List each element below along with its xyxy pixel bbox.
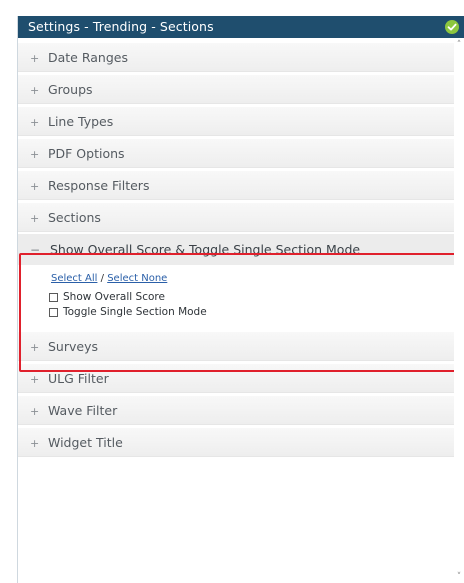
section-label: Surveys xyxy=(47,339,98,354)
expand-plus-icon: + xyxy=(30,148,40,161)
expand-plus-icon: + xyxy=(30,437,40,450)
expand-plus-icon: + xyxy=(30,405,40,418)
expand-plus-icon: + xyxy=(30,116,40,129)
scroll-up-arrow-icon[interactable]: ˄ xyxy=(455,41,463,50)
expand-plus-icon: + xyxy=(30,180,40,193)
section-pdf-options[interactable]: + PDF Options xyxy=(18,139,454,168)
section-label: Sections xyxy=(47,210,101,225)
section-sections[interactable]: + Sections xyxy=(18,203,454,232)
expand-plus-icon: + xyxy=(30,52,40,65)
panel-title: Settings - Trending - Sections xyxy=(28,19,214,34)
vertical-scrollbar[interactable]: ˄ ˅ xyxy=(454,38,464,583)
option-label: Toggle Single Section Mode xyxy=(63,306,207,318)
section-wave-filter[interactable]: + Wave Filter xyxy=(18,396,454,425)
toggle-single-section-mode-checkbox[interactable] xyxy=(49,308,58,317)
select-links: Select All / Select None xyxy=(51,268,454,290)
check-circle-icon[interactable] xyxy=(445,20,459,34)
section-surveys[interactable]: + Surveys xyxy=(18,332,454,361)
scroll-down-arrow-icon[interactable]: ˅ xyxy=(455,573,463,582)
section-label: Widget Title xyxy=(47,435,123,450)
option-toggle-single-section-mode[interactable]: Toggle Single Section Mode xyxy=(49,305,454,320)
section-show-overall-score-header[interactable]: − Show Overall Score & Toggle Single Sec… xyxy=(18,234,454,265)
section-line-types[interactable]: + Line Types xyxy=(18,107,454,136)
link-separator: / xyxy=(100,273,104,284)
option-label: Show Overall Score xyxy=(63,291,165,303)
section-ulg-filter[interactable]: + ULG Filter xyxy=(18,364,454,393)
option-show-overall-score[interactable]: Show Overall Score xyxy=(49,290,454,305)
expand-plus-icon: + xyxy=(30,341,40,354)
section-label: Wave Filter xyxy=(47,403,118,418)
expand-plus-icon: + xyxy=(30,84,40,97)
select-all-link[interactable]: Select All xyxy=(51,273,97,284)
section-widget-title[interactable]: + Widget Title xyxy=(18,428,454,457)
select-none-link[interactable]: Select None xyxy=(107,273,167,284)
section-response-filters[interactable]: + Response Filters xyxy=(18,171,454,200)
page: Settings - Trending - Sections + Date Ra… xyxy=(0,0,464,583)
section-label: PDF Options xyxy=(47,146,125,161)
sections-list: + Date Ranges + Groups + Line Types + PD… xyxy=(18,43,454,460)
expand-plus-icon: + xyxy=(30,212,40,225)
section-label: Response Filters xyxy=(47,178,150,193)
expand-plus-icon: + xyxy=(30,373,40,386)
collapse-minus-icon: − xyxy=(30,243,41,257)
section-label: Show Overall Score & Toggle Single Secti… xyxy=(49,242,361,257)
section-label: Date Ranges xyxy=(47,50,128,65)
section-groups[interactable]: + Groups xyxy=(18,75,454,104)
section-label: ULG Filter xyxy=(47,371,109,386)
section-label: Line Types xyxy=(47,114,114,129)
section-date-ranges[interactable]: + Date Ranges xyxy=(18,43,454,72)
section-show-overall-score-expanded: − Show Overall Score & Toggle Single Sec… xyxy=(18,234,454,329)
section-label: Groups xyxy=(47,82,93,97)
section-body: Select All / Select None Show Overall Sc… xyxy=(18,265,454,329)
settings-panel: Settings - Trending - Sections + Date Ra… xyxy=(17,16,464,583)
panel-header: Settings - Trending - Sections xyxy=(18,16,464,38)
show-overall-score-checkbox[interactable] xyxy=(49,293,58,302)
